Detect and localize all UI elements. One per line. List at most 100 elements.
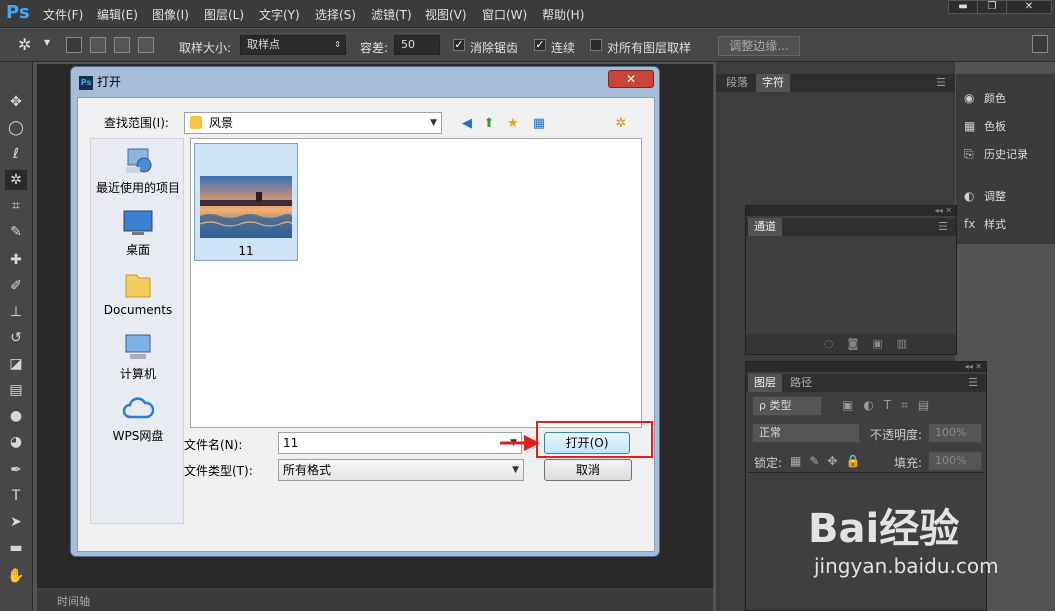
pen-tool-icon[interactable]: ✒ (5, 460, 27, 480)
fx-icon: fx (964, 217, 976, 231)
menu-type[interactable]: 文字(Y) (259, 6, 300, 23)
menu-file[interactable]: 文件(F) (43, 6, 83, 23)
crop-tool-icon[interactable]: ⌗ (5, 196, 27, 216)
shape-tool-icon[interactable]: ▬ (5, 538, 27, 558)
lasso-tool-icon[interactable]: ℓ (5, 144, 27, 164)
blur-tool-icon[interactable]: ● (5, 406, 27, 426)
window-close-button[interactable]: ✕ (1006, 0, 1052, 14)
palette-icon: ◉ (964, 91, 975, 105)
magic-wand-tool-icon[interactable]: ✲ (5, 170, 27, 190)
file-item[interactable]: 11 (194, 143, 298, 261)
place-desktop[interactable]: 桌面 (91, 209, 185, 258)
menu-filter[interactable]: 滤镜(T) (371, 6, 412, 23)
refine-edge-button[interactable]: 调整边缘... (718, 36, 800, 56)
place-documents[interactable]: Documents (91, 271, 185, 317)
menu-image[interactable]: 图像(I) (152, 6, 189, 23)
fill-input[interactable]: 100% (928, 451, 982, 471)
dialog-close-button[interactable]: ✕ (608, 70, 654, 88)
eyedropper-tool-icon[interactable]: ✎ (5, 222, 27, 242)
minimize-button[interactable]: ▬ (948, 0, 978, 14)
filetype-select[interactable]: 所有格式 ▼ (278, 459, 524, 481)
channels-tabs: 通道 ☰ (746, 218, 956, 236)
tolerance-input[interactable]: 50 (394, 35, 440, 55)
hand-tool-icon[interactable]: ✋ (5, 566, 27, 586)
back-icon[interactable]: ◀ (458, 115, 476, 133)
photoshop-icon: Ps (79, 75, 93, 90)
panel-adjustments[interactable]: ◐ 调整 (964, 186, 1006, 206)
tab-character[interactable]: 字符 (756, 74, 790, 92)
tab-paths[interactable]: 路径 (784, 374, 818, 392)
menu-view[interactable]: 视图(V) (425, 6, 467, 23)
desktop-icon (123, 210, 153, 235)
chevron-down-icon[interactable]: ▼ (44, 38, 50, 47)
panel-menu-icon[interactable]: ☰ (932, 218, 954, 236)
marquee-tool-icon[interactable]: ◯ (5, 118, 27, 138)
collapsed-panels: ◉ 颜色 ▦ 色板 ⎘ 历史记录 ◐ 调整 fx 样式 (956, 74, 1055, 244)
place-wps-cloud[interactable]: WPS网盘 (91, 395, 185, 444)
dodge-tool-icon[interactable]: ◕ (5, 432, 27, 452)
layers-filter-select[interactable]: ρ 类型 (752, 396, 822, 416)
layer-filter-icons[interactable]: ▣◐T⌗▤ (842, 398, 939, 413)
channels-footer-icons[interactable]: ◌◙▣▥ (746, 334, 956, 354)
panel-collapse-icon[interactable]: ◂◂ ✕ (746, 206, 956, 216)
menu-select[interactable]: 选择(S) (315, 6, 356, 23)
thumbnail-image (200, 176, 292, 238)
panel-styles[interactable]: fx 样式 (964, 214, 1006, 234)
panel-color[interactable]: ◉ 颜色 (964, 88, 1006, 108)
cancel-button[interactable]: 取消 (544, 459, 632, 481)
stamp-tool-icon[interactable]: ⊥ (5, 302, 27, 322)
filename-input[interactable]: 11 ▼ (278, 432, 522, 454)
history-brush-icon[interactable]: ↺ (5, 328, 27, 348)
panel-menu-icon[interactable]: ☰ (930, 74, 952, 92)
panel-history[interactable]: ⎘ 历史记录 (964, 144, 1028, 164)
intersect-selection-icon[interactable] (138, 37, 154, 53)
place-computer[interactable]: 计算机 (91, 333, 185, 382)
contiguous-checkbox[interactable]: ✓ (534, 39, 546, 51)
look-in-label: 查找范围(I): (104, 116, 169, 130)
path-select-icon[interactable]: ➤ (5, 512, 27, 532)
restore-button[interactable]: ❐ (977, 0, 1007, 14)
menu-edit[interactable]: 编辑(E) (97, 6, 138, 23)
view-menu-icon[interactable]: ▦ (530, 115, 548, 133)
up-folder-icon[interactable]: ⬆ (480, 115, 498, 133)
new-folder-icon[interactable]: ★ (504, 115, 522, 133)
computer-icon (125, 334, 151, 359)
sample-size-select[interactable]: 取样点 ⇕ (240, 35, 346, 55)
dialog-title-text: 打开 (97, 75, 122, 89)
gradient-tool-icon[interactable]: ▤ (5, 380, 27, 400)
tab-layers[interactable]: 图层 (748, 374, 782, 392)
menu-window[interactable]: 窗口(W) (482, 6, 527, 23)
all-layers-checkbox[interactable] (590, 39, 602, 51)
eraser-tool-icon[interactable]: ◪ (5, 354, 27, 374)
panel-swatches[interactable]: ▦ 色板 (964, 116, 1006, 136)
move-tool-icon[interactable]: ✥ (5, 92, 27, 112)
panel-collapse-icon[interactable]: ◂◂ ✕ (746, 362, 986, 372)
preview-folder-icon[interactable]: ✲ (612, 115, 630, 133)
tab-channels[interactable]: 通道 (748, 218, 782, 236)
subtract-selection-icon[interactable] (114, 37, 130, 53)
file-item-label: 11 (238, 244, 254, 258)
new-selection-icon[interactable] (66, 37, 82, 53)
timeline-label[interactable]: 时间轴 (57, 593, 90, 609)
place-recent-label: 最近使用的项目 (95, 181, 180, 195)
workspace-icon[interactable] (1032, 35, 1048, 53)
menu-layer[interactable]: 图层(L) (204, 6, 244, 23)
magic-wand-icon[interactable]: ✲ (18, 35, 31, 54)
sample-size-value: 取样点 (247, 38, 280, 51)
lock-label: 锁定: (754, 456, 783, 470)
tools-panel: ✥ ◯ ℓ ✲ ⌗ ✎ ✚ ✐ ⊥ ↺ ◪ ▤ ● ◕ ✒ T ➤ ▬ ✋ (0, 62, 33, 611)
place-recent[interactable]: 最近使用的项目 (91, 147, 185, 196)
blend-mode-select[interactable]: 正常 (752, 423, 860, 443)
menu-help[interactable]: 帮助(H) (542, 6, 584, 23)
tab-paragraph[interactable]: 段落 (720, 74, 754, 92)
look-in-select[interactable]: 风景 ▼ (184, 112, 442, 134)
look-in-value: 风景 (209, 116, 234, 130)
lock-icons[interactable]: ▦✎✥🔒 (790, 454, 868, 468)
opacity-input[interactable]: 100% (928, 423, 982, 443)
type-tool-icon[interactable]: T (5, 486, 27, 506)
add-selection-icon[interactable] (90, 37, 106, 53)
panel-menu-icon[interactable]: ☰ (962, 374, 984, 392)
healing-tool-icon[interactable]: ✚ (5, 250, 27, 270)
antialias-checkbox[interactable]: ✓ (453, 39, 465, 51)
brush-tool-icon[interactable]: ✐ (5, 276, 27, 296)
